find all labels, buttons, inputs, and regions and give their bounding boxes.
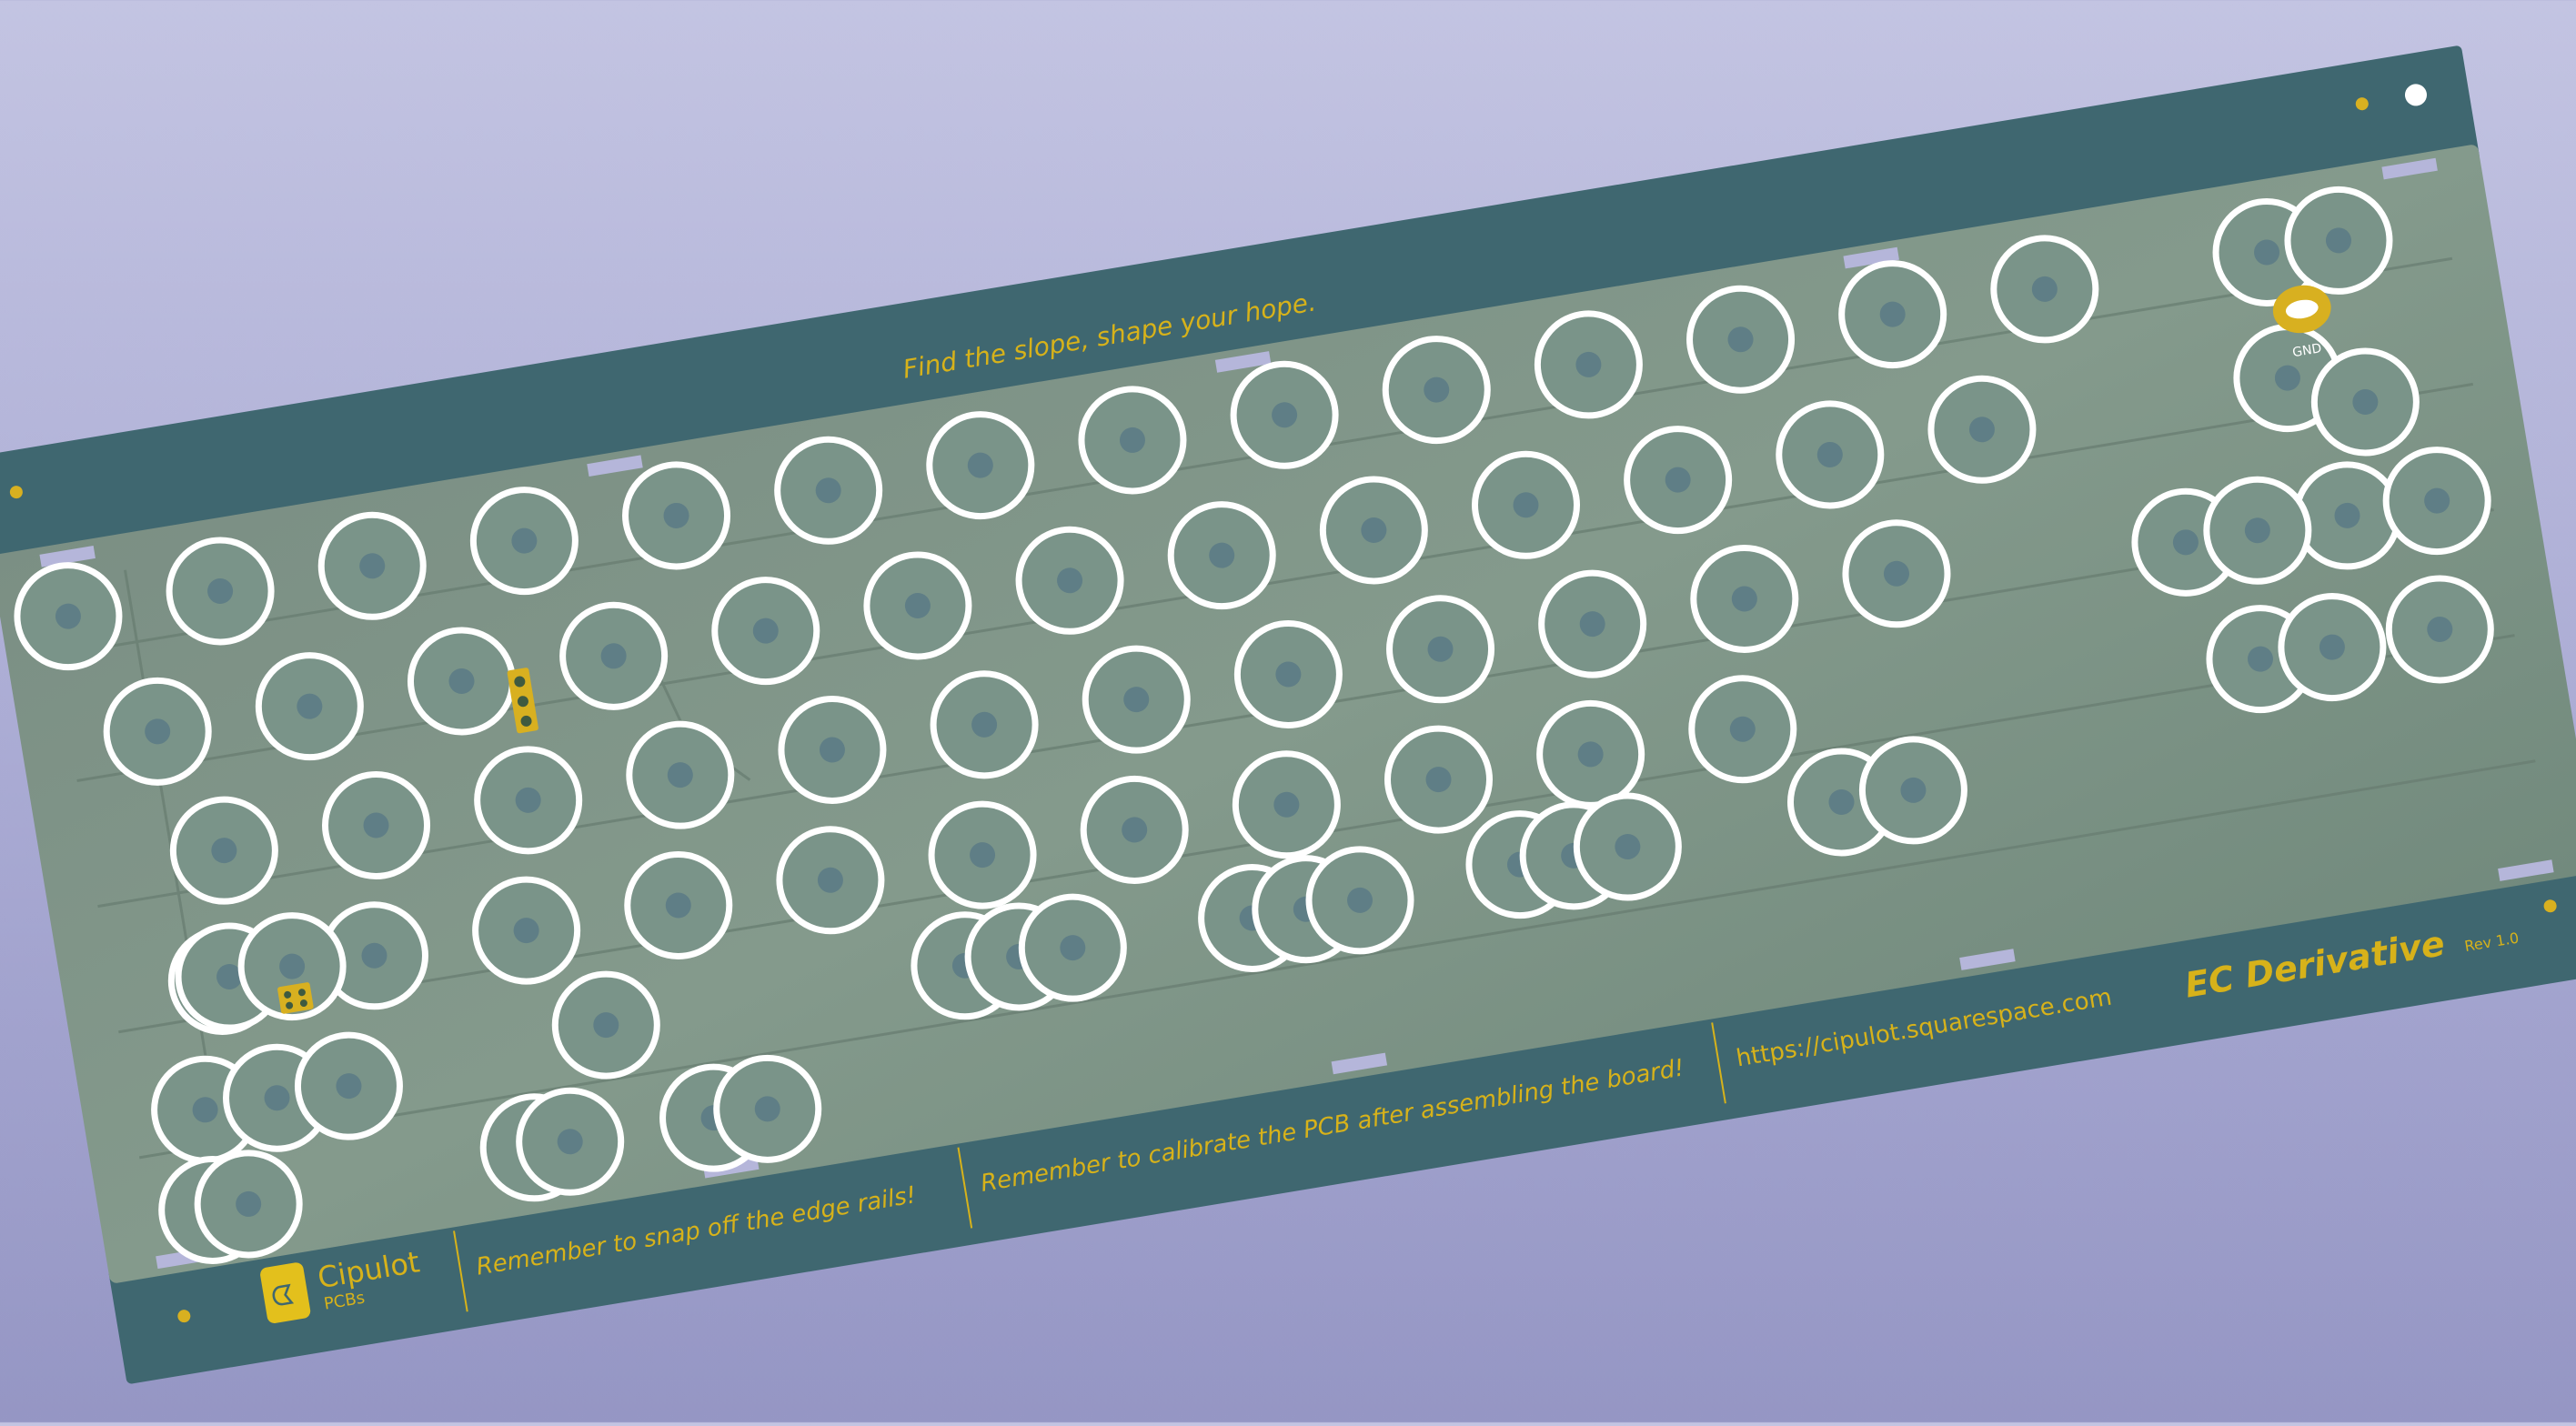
cipulot-logo: ᗧ <box>260 1262 311 1323</box>
pcb-render: GND Find the slope, shape your hope. ᗧ C… <box>0 45 2576 1384</box>
pcb-3d-viewer[interactable]: GND Find the slope, shape your hope. ᗧ C… <box>0 0 2576 1422</box>
header-connector <box>277 982 314 1014</box>
